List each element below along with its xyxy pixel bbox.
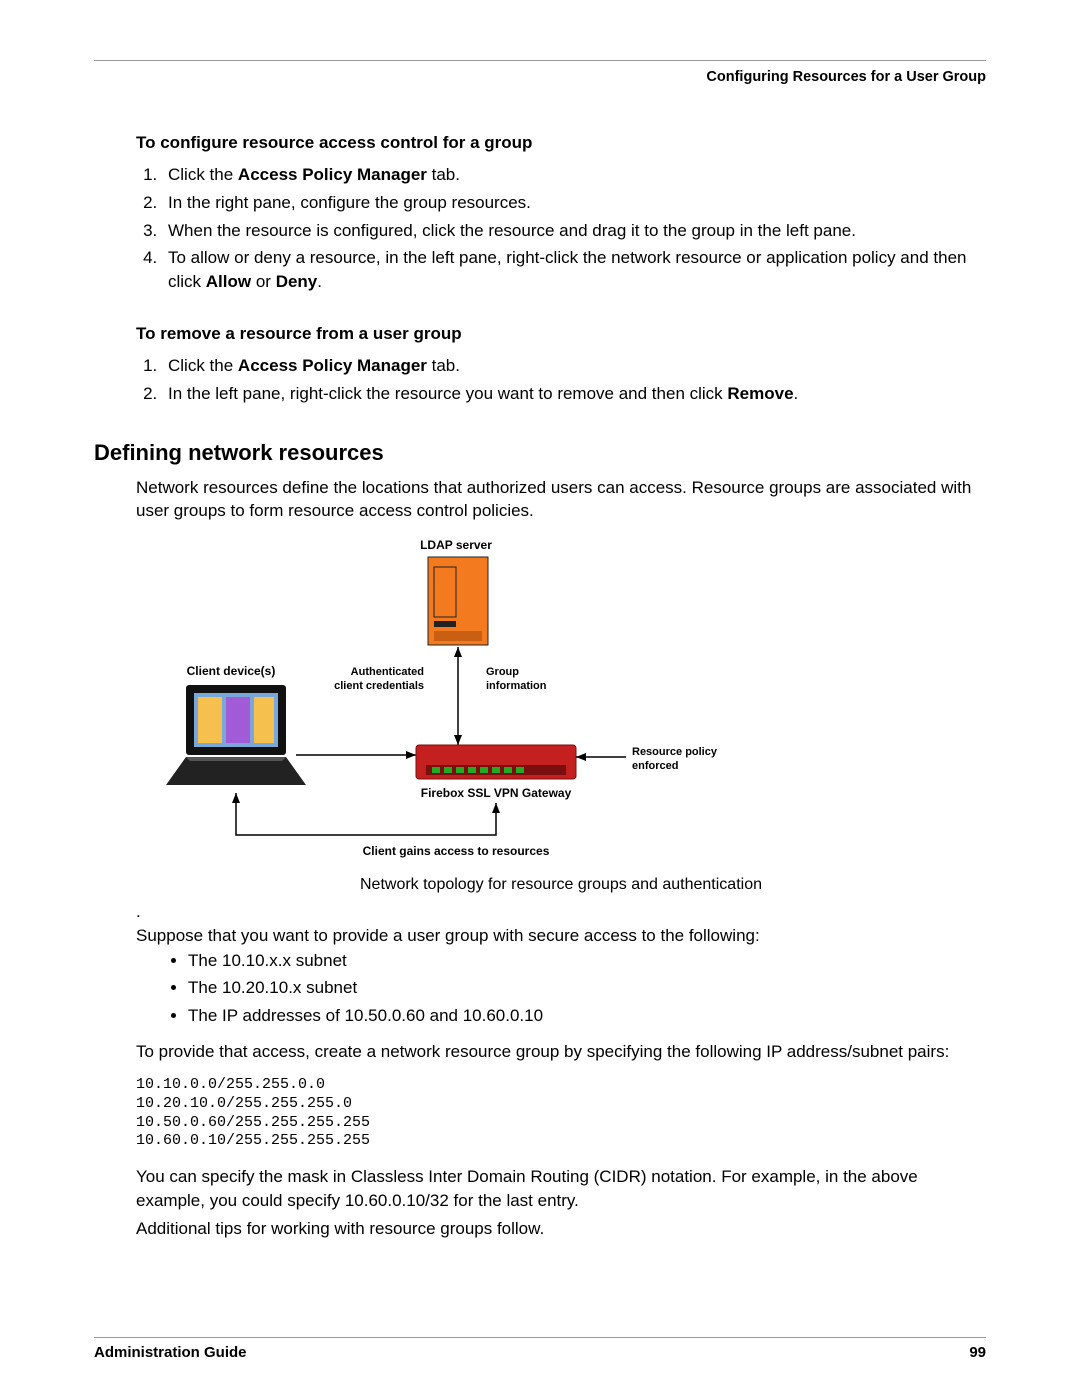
step: In the left pane, right-click the resour…	[162, 382, 986, 406]
text: .	[794, 384, 799, 403]
bold-text: Remove	[727, 384, 793, 403]
step: To allow or deny a resource, in the left…	[162, 246, 986, 294]
list-item: The IP addresses of 10.50.0.60 and 10.60…	[188, 1003, 986, 1029]
page: Configuring Resources for a User Group T…	[0, 0, 1080, 1397]
bottom-flow-label: Client gains access to resources	[363, 844, 550, 858]
page-footer: Administration Guide 99	[94, 1337, 986, 1361]
group-label-1: Group	[486, 666, 519, 678]
ip-subnet-code: 10.10.0.0/255.255.0.0 10.20.10.0/255.255…	[136, 1076, 986, 1151]
laptop-icon	[166, 685, 306, 785]
step: In the right pane, configure the group r…	[162, 191, 986, 215]
section-heading: Defining network resources	[94, 440, 986, 466]
ldap-label: LDAP server	[420, 538, 492, 552]
step: Click the Access Policy Manager tab.	[162, 354, 986, 378]
after-caption: . Suppose that you want to provide a use…	[136, 900, 986, 948]
text: In the left pane, right-click the resour…	[168, 384, 727, 403]
figure-caption: Network topology for resource groups and…	[136, 876, 986, 894]
list-item: The 10.10.x.x subnet	[188, 948, 986, 974]
firebox-gateway-icon	[416, 745, 576, 779]
cidr-paragraph: You can specify the mask in Classless In…	[136, 1165, 986, 1213]
step: Click the Access Policy Manager tab.	[162, 163, 986, 187]
bold-text: Allow	[206, 272, 251, 291]
procedure-1-steps: Click the Access Policy Manager tab. In …	[136, 163, 986, 294]
to-provide-paragraph: To provide that access, create a network…	[136, 1040, 986, 1064]
list-item: The 10.20.10.x subnet	[188, 975, 986, 1001]
tips-paragraph: Additional tips for working with resourc…	[136, 1217, 986, 1241]
ldap-server-icon	[428, 557, 488, 645]
figure: LDAP server Authenticated client credent…	[136, 535, 986, 894]
step: When the resource is configured, click t…	[162, 219, 986, 243]
text: tab.	[427, 356, 460, 375]
top-rule	[94, 60, 986, 61]
bold-text: Access Policy Manager	[238, 356, 427, 375]
access-bullets: The 10.10.x.x subnet The 10.20.10.x subn…	[164, 948, 986, 1029]
text: Click the	[168, 165, 238, 184]
network-diagram: LDAP server Authenticated client credent…	[136, 535, 836, 865]
text: Click the	[168, 356, 238, 375]
intro-paragraph: Network resources define the locations t…	[136, 476, 986, 524]
group-label-2: information	[486, 680, 547, 692]
text: tab.	[427, 165, 460, 184]
suppose-text: Suppose that you want to provide a user …	[136, 926, 760, 945]
text: .	[317, 272, 322, 291]
footer-rule	[94, 1337, 986, 1338]
auth-label-2: client credentials	[334, 680, 424, 692]
policy-label-1: Resource policy	[632, 746, 718, 758]
policy-label-2: enforced	[632, 760, 678, 772]
bold-text: Deny	[276, 272, 318, 291]
procedure-2-steps: Click the Access Policy Manager tab. In …	[136, 354, 986, 406]
text: or	[251, 272, 276, 291]
dot: .	[136, 902, 141, 921]
procedure-1-title: To configure resource access control for…	[136, 133, 986, 153]
text: In the right pane, configure the group r…	[168, 193, 531, 212]
gateway-label: Firebox SSL VPN Gateway	[421, 786, 572, 800]
running-header: Configuring Resources for a User Group	[94, 69, 986, 85]
page-number: 99	[969, 1344, 986, 1361]
auth-label-1: Authenticated	[351, 666, 424, 678]
bold-text: Access Policy Manager	[238, 165, 427, 184]
procedure-2-title: To remove a resource from a user group	[136, 324, 986, 344]
text: When the resource is configured, click t…	[168, 221, 856, 240]
client-label: Client device(s)	[187, 664, 276, 678]
footer-guide-title: Administration Guide	[94, 1344, 247, 1361]
